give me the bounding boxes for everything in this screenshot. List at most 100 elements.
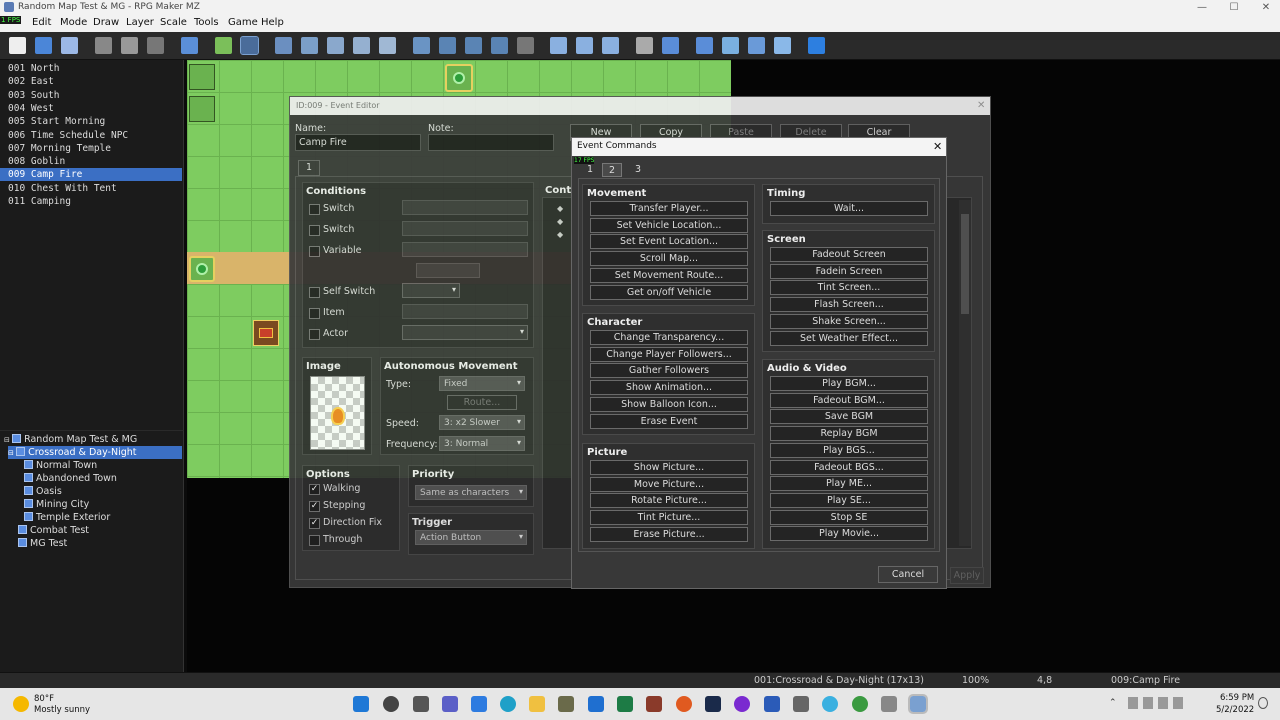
cancel-button[interactable]: Cancel xyxy=(878,566,938,583)
word-icon[interactable] xyxy=(764,696,780,712)
ellipse-icon[interactable] xyxy=(465,37,482,54)
task-view-icon[interactable] xyxy=(413,696,429,712)
tray-icons[interactable] xyxy=(1128,697,1188,709)
app-icon[interactable] xyxy=(793,696,809,712)
event-list-item[interactable]: 004 West xyxy=(0,102,182,115)
teams-icon[interactable] xyxy=(442,696,458,712)
commands-tab-3[interactable]: 3 xyxy=(628,163,648,177)
command-erase-event-button[interactable]: Erase Event xyxy=(590,413,748,429)
menu-edit[interactable]: Edit xyxy=(32,17,51,28)
weather-sun-icon[interactable] xyxy=(13,696,29,712)
command-flash-screen-button[interactable]: Flash Screen... xyxy=(770,297,928,313)
command-play-bgs-button[interactable]: Play BGS... xyxy=(770,442,928,458)
command-save-bgm-button[interactable]: Save BGM xyxy=(770,409,928,425)
event-list-item[interactable]: 009 Camp Fire xyxy=(0,168,182,182)
switch2-checkbox[interactable] xyxy=(309,225,320,236)
database-icon[interactable] xyxy=(636,37,653,54)
command-show-balloon-icon-button[interactable]: Show Balloon Icon... xyxy=(590,396,748,412)
chrome-icon[interactable] xyxy=(852,696,868,712)
switch1-checkbox[interactable] xyxy=(309,204,320,215)
event-marker[interactable] xyxy=(189,256,215,282)
map-tree-item-oasis[interactable]: Oasis xyxy=(24,485,62,498)
rpgmaker-mv-icon[interactable] xyxy=(646,696,662,712)
command-fadeout-bgm-button[interactable]: Fadeout BGM... xyxy=(770,392,928,408)
map-tree-item-combat-test[interactable]: Combat Test xyxy=(18,524,89,537)
type-select[interactable]: Fixed xyxy=(439,376,525,391)
layer2-icon[interactable] xyxy=(301,37,318,54)
tray-chevron-icon[interactable]: ⌃ xyxy=(1109,698,1117,708)
playtest-icon[interactable] xyxy=(808,37,825,54)
event-list-item[interactable]: 006 Time Schedule NPC xyxy=(0,129,182,142)
file-explorer-icon[interactable] xyxy=(529,696,545,712)
through-checkbox[interactable] xyxy=(309,535,320,546)
actor-select[interactable] xyxy=(402,325,528,340)
stepping-checkbox[interactable]: ✓ xyxy=(309,501,320,512)
zoom-in-icon[interactable] xyxy=(550,37,567,54)
command-rotate-picture-button[interactable]: Rotate Picture... xyxy=(590,493,748,509)
shadow-pen-icon[interactable] xyxy=(517,37,534,54)
menu-game[interactable]: Game xyxy=(228,17,258,28)
frequency-select[interactable]: 3: Normal xyxy=(439,436,525,451)
paste-icon[interactable] xyxy=(147,37,164,54)
map-mode-icon[interactable] xyxy=(215,37,232,54)
event-list-item[interactable]: 003 South xyxy=(0,89,182,102)
trigger-select[interactable]: Action Button xyxy=(415,530,527,545)
menu-mode[interactable]: Mode xyxy=(60,17,87,28)
command-transfer-player-button[interactable]: Transfer Player... xyxy=(590,201,748,216)
command-play-movie-button[interactable]: Play Movie... xyxy=(770,526,928,542)
map-tree-item-abandoned-town[interactable]: Abandoned Town xyxy=(24,472,117,485)
command-fadeout-bgs-button[interactable]: Fadeout BGS... xyxy=(770,459,928,475)
notification-icon[interactable] xyxy=(1258,697,1268,709)
speed-select[interactable]: 3: x2 Slower xyxy=(439,415,525,430)
menu-layer[interactable]: Layer xyxy=(126,17,154,28)
event-mode-icon[interactable] xyxy=(240,36,259,55)
walking-checkbox[interactable]: ✓ xyxy=(309,484,320,495)
variable-select[interactable] xyxy=(402,242,528,257)
command-move-picture-button[interactable]: Move Picture... xyxy=(590,476,748,492)
rectangle-icon[interactable] xyxy=(439,37,456,54)
command-gather-followers-button[interactable]: Gather Followers xyxy=(590,363,748,379)
menu-scale[interactable]: Scale xyxy=(160,17,187,28)
command-erase-picture-button[interactable]: Erase Picture... xyxy=(590,526,748,542)
command-play-bgm-button[interactable]: Play BGM... xyxy=(770,376,928,391)
commands-close-icon[interactable]: ✕ xyxy=(933,140,942,153)
command-set-vehicle-location-button[interactable]: Set Vehicle Location... xyxy=(590,217,748,233)
command-play-me-button[interactable]: Play ME... xyxy=(770,476,928,492)
chest-event-marker[interactable] xyxy=(253,320,279,346)
zoom-out-icon[interactable] xyxy=(576,37,593,54)
event-list-item[interactable]: 001 North xyxy=(0,62,182,75)
switch2-select[interactable] xyxy=(402,221,528,236)
layer1-icon[interactable] xyxy=(275,37,292,54)
command-shake-screen-button[interactable]: Shake Screen... xyxy=(770,313,928,329)
item-checkbox[interactable] xyxy=(309,308,320,319)
event-marker[interactable] xyxy=(445,64,473,92)
map-tree-item-normal-town[interactable]: Normal Town xyxy=(24,459,97,472)
start-icon[interactable] xyxy=(353,696,369,712)
actor-checkbox[interactable] xyxy=(309,329,320,340)
event-image-preview[interactable] xyxy=(310,376,365,450)
sound-test-icon[interactable] xyxy=(696,37,713,54)
command-show-animation-button[interactable]: Show Animation... xyxy=(590,380,748,396)
route-button[interactable]: Route... xyxy=(447,395,517,410)
self-switch-select[interactable] xyxy=(402,283,460,298)
pencil-icon[interactable] xyxy=(413,37,430,54)
maximize-icon[interactable]: ☐ xyxy=(1218,0,1250,15)
event-searcher-icon[interactable] xyxy=(722,37,739,54)
search-icon[interactable] xyxy=(383,696,399,712)
minimize-icon[interactable]: — xyxy=(1186,0,1218,15)
resource-manager-icon[interactable] xyxy=(748,37,765,54)
firefox-icon[interactable] xyxy=(676,696,692,712)
plugin-manager-icon[interactable] xyxy=(662,37,679,54)
close-icon[interactable]: ✕ xyxy=(1250,0,1280,15)
rpgmaker-mz-icon[interactable] xyxy=(908,694,928,714)
event-list-item[interactable]: 010 Chest With Tent xyxy=(0,182,182,195)
mail-icon[interactable] xyxy=(588,696,604,712)
editor-close-icon[interactable]: ✕ xyxy=(977,100,985,111)
clock-time[interactable]: 6:59 PM xyxy=(1220,693,1254,703)
command-wait-button[interactable]: Wait... xyxy=(770,201,928,216)
zoom-actual-icon[interactable] xyxy=(602,37,619,54)
direction-fix-checkbox[interactable]: ✓ xyxy=(309,518,320,529)
copy-icon[interactable] xyxy=(121,37,138,54)
apply-button[interactable]: Apply xyxy=(950,567,984,584)
command-tint-screen-button[interactable]: Tint Screen... xyxy=(770,280,928,296)
